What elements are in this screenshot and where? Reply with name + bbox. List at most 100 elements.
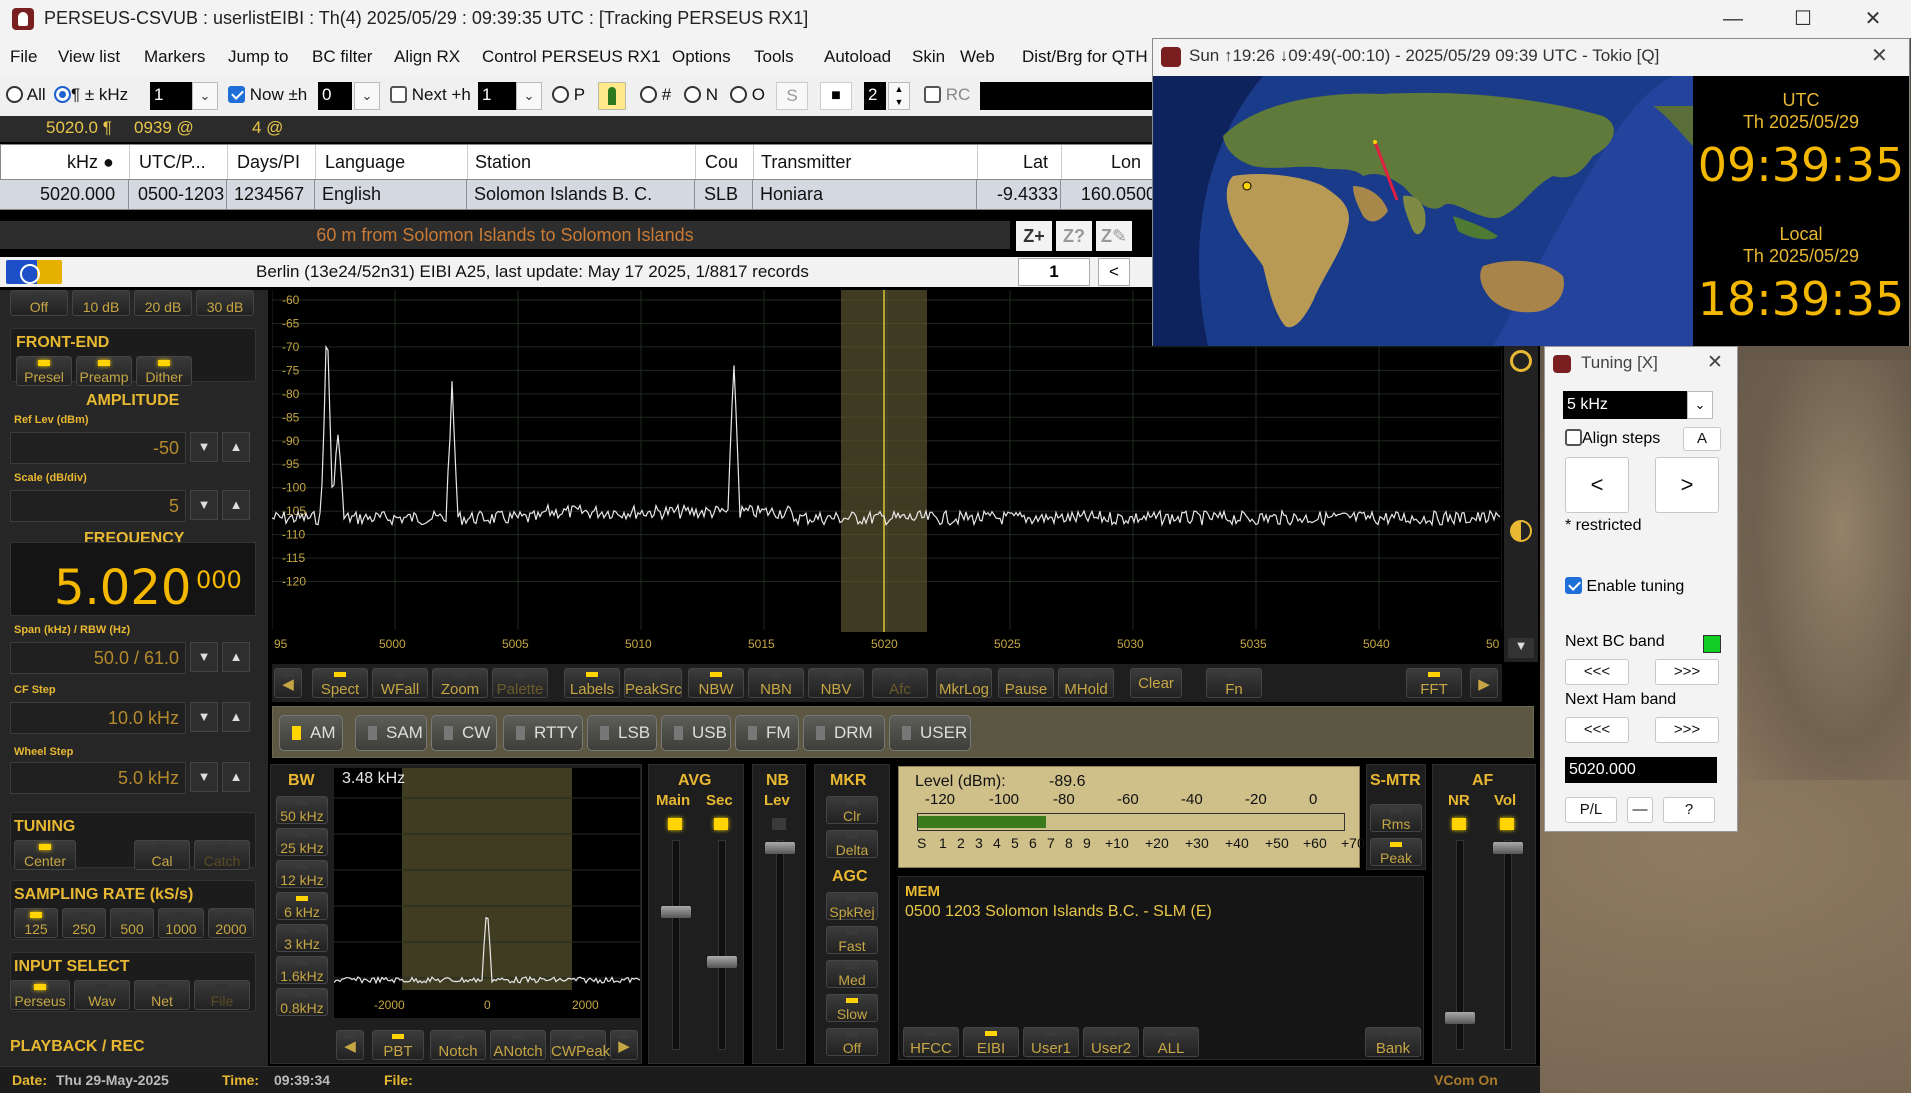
fn-button[interactable]: Fn [1206,668,1262,698]
avg-sec-slider-track[interactable] [718,840,726,1050]
col-country[interactable]: Cou [705,152,738,173]
smtr-rms-button[interactable]: Rms [1370,804,1422,832]
menu-item[interactable]: Control PERSEUS RX1 [482,47,661,67]
align-steps-checkbox[interactable]: Align steps [1565,429,1660,448]
input-wav-button[interactable]: Wav [74,980,130,1010]
ham-next-button[interactable]: >>> [1655,717,1719,743]
mode-usb-button[interactable]: USB [661,715,731,751]
mode-sam-button[interactable]: SAM [355,715,427,751]
mem-all-button[interactable]: ALL [1143,1027,1199,1057]
spect-button[interactable]: Spect [312,668,368,698]
preamp-button[interactable]: Preamp [76,356,132,386]
col-khz[interactable]: kHz ● [67,152,114,173]
stop-button[interactable]: ■ [820,82,852,110]
nbv-button[interactable]: NBV [808,668,864,698]
mode-lsb-button[interactable]: LSB [587,715,657,751]
menu-item[interactable]: Options [672,47,731,67]
wfall-button[interactable]: WFall [372,668,428,698]
labels-button[interactable]: Labels [564,668,620,698]
agc-off-button[interactable]: Off [826,1028,878,1056]
nbn-button[interactable]: NBN [748,668,804,698]
mode-rtty-button[interactable]: RTTY [503,715,583,751]
mem-hfcc-button[interactable]: HFCC [903,1027,959,1057]
nb-slider-track[interactable] [776,840,784,1050]
menu-item[interactable]: BC filter [312,47,372,67]
pbt-button[interactable]: PBT [372,1030,424,1060]
cf-step-up-button[interactable]: ▲ [222,702,250,732]
mem-entry[interactable]: 0500 1203 Solomon Islands B.C. - SLM (E) [905,903,1212,921]
sun-window-close-button[interactable]: ✕ [1871,43,1888,68]
clear-button[interactable]: Clear [1130,668,1182,698]
contrast-icon[interactable] [1510,520,1532,542]
pm-khz-radio[interactable]: ¶ ± kHz [54,85,128,105]
rc-checkbox[interactable]: RC [924,85,970,105]
span-up-button[interactable]: ▲ [222,642,250,672]
minus-button[interactable]: — [1627,797,1653,823]
smtr-peak-button[interactable]: Peak [1370,838,1422,866]
mem-eibi-button[interactable]: EIBI [963,1027,1019,1057]
avg-main-slider-thumb[interactable] [661,906,691,918]
brightness-icon[interactable] [1510,350,1532,372]
span-down-button[interactable]: ▼ [190,642,218,672]
close-button[interactable]: ✕ [1850,4,1896,34]
af-vol-slider-track[interactable] [1504,840,1512,1050]
bw-0-8khz-button[interactable]: 0.8kHz [276,988,328,1016]
scale-value[interactable]: 5 [10,490,186,522]
col-utc[interactable]: UTC/P... [139,152,206,173]
mode-fm-button[interactable]: FM [735,715,799,751]
col-language[interactable]: Language [325,152,405,173]
rc-status-field[interactable] [980,82,1156,110]
cal-button[interactable]: Cal [134,840,190,870]
menu-item[interactable]: Autoload [824,47,891,67]
wheel-step-up-button[interactable]: ▲ [222,762,250,792]
globe-flag-icon[interactable] [6,260,62,284]
nbw-button[interactable]: NBW [688,668,744,698]
spin-arrows-icon[interactable]: ▲ ▼ [888,82,910,110]
menu-item[interactable]: Web [960,47,995,67]
bw-12khz-button[interactable]: 12 kHz [276,860,328,888]
cf-step-down-button[interactable]: ▼ [190,702,218,732]
bw-right-arrow-icon[interactable]: ▶ [610,1030,638,1060]
agc-spkrej-button[interactable]: SpkRej [826,892,878,920]
antenna-icon[interactable] [598,82,626,110]
frequency-main-digits[interactable]: 5.020 [54,560,191,616]
input-file-button[interactable]: File [194,980,250,1010]
menu-item[interactable]: Jump to [228,47,288,67]
mode-cw-button[interactable]: CW [431,715,497,751]
dither-button[interactable]: Dither [136,356,192,386]
span-value[interactable]: 50.0 / 61.0 [10,642,186,674]
hash-radio[interactable]: # [640,85,671,105]
bw-50khz-button[interactable]: 50 kHz [276,796,328,824]
all-radio[interactable]: All [6,85,46,105]
now-checkbox[interactable]: Now ±h [228,85,307,105]
af-nr-slider-thumb[interactable] [1445,1012,1475,1024]
tune-left-button[interactable]: < [1565,457,1629,513]
menu-item[interactable]: Skin [912,47,945,67]
next-input[interactable]: 1 [478,82,518,110]
input-perseus-button[interactable]: Perseus [10,980,70,1010]
atten-off-button[interactable]: Off [10,290,68,316]
atten-30db-button[interactable]: 30 dB [196,290,254,316]
atten-20db-button[interactable]: 20 dB [134,290,192,316]
agc-slow-button[interactable]: Slow [826,994,878,1022]
ref-lev-value[interactable]: -50 [10,432,186,464]
rate-2000-button[interactable]: 2000 [208,908,254,938]
tuning-freq-input[interactable]: 5020.000 [1565,757,1717,783]
bw-1-6khz-button[interactable]: 1.6kHz [276,956,328,984]
zoom-in-button[interactable]: Z+ [1016,221,1052,251]
mem-user2-button[interactable]: User2 [1083,1027,1139,1057]
spectrum-scroll-down-icon[interactable]: ▼ [1508,638,1534,658]
mode-drm-button[interactable]: DRM [803,715,885,751]
menu-item[interactable]: Tools [754,47,794,67]
col-station[interactable]: Station [475,152,531,173]
avg-sec-slider-thumb[interactable] [707,956,737,968]
help-button[interactable]: ? [1663,797,1715,823]
mkrlog-button[interactable]: MkrLog [936,668,992,698]
fft-button[interactable]: FFT [1406,668,1462,698]
mem-bank-button[interactable]: Bank [1365,1027,1421,1057]
avg-main-slider-track[interactable] [672,840,680,1050]
atten-10db-button[interactable]: 10 dB [72,290,130,316]
rate-1000-button[interactable]: 1000 [158,908,204,938]
bw-filter-display[interactable] [334,768,640,1018]
col-lat[interactable]: Lat [1023,152,1048,173]
